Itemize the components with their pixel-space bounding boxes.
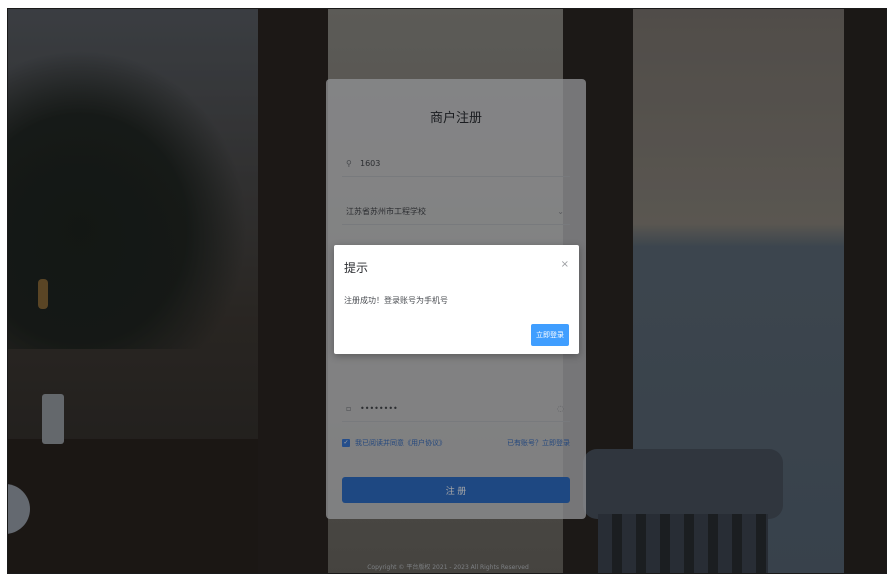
page-frame: 商户注册 ⚲ 1603 江苏省苏州市工程学校 ⌄ ▫ •••••••• ◌ ✓ … (7, 8, 887, 574)
close-icon[interactable]: × (561, 259, 569, 270)
confirm-button[interactable]: 立即登录 (531, 324, 569, 346)
dialog-title: 提示 (344, 261, 369, 275)
prompt-dialog: 提示 × 注册成功！登录账号为手机号 立即登录 (334, 245, 579, 354)
dialog-message: 注册成功！登录账号为手机号 (344, 296, 448, 305)
